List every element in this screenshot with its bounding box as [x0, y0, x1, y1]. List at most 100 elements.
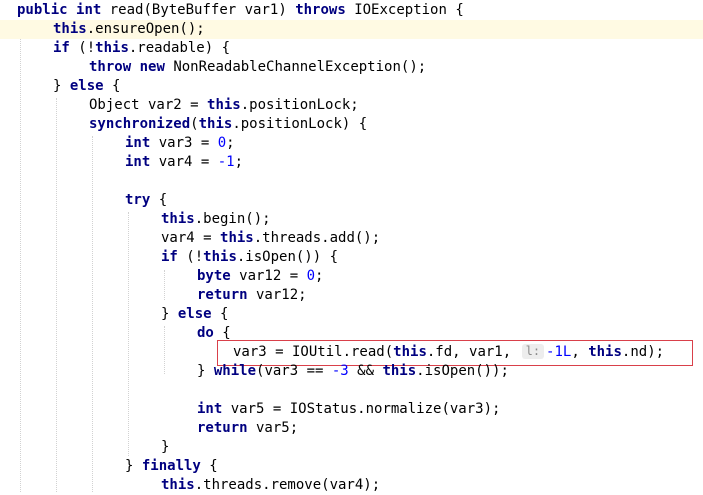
code-text: (!	[69, 40, 96, 56]
code-text: ;	[234, 154, 244, 170]
code-line[interactable]: if (!this.readable) {	[0, 39, 703, 58]
code-text: read(ByteBuffer var1)	[101, 2, 296, 18]
code-line[interactable]: do {	[0, 324, 703, 343]
code-text: .positionLock;	[240, 97, 359, 113]
code-text: ,	[571, 344, 589, 360]
keyword: this	[198, 116, 233, 132]
code-text: ;	[315, 268, 324, 284]
keyword: return	[197, 420, 248, 436]
keyword: throws	[295, 2, 346, 18]
code-text: .nd);	[621, 344, 665, 360]
code-line-highlighted[interactable]: var3 = IOUtil.read(this.fd, var1, l: -1L,…	[0, 343, 664, 362]
code-line[interactable]: try {	[0, 191, 703, 210]
code-text: var3 =	[150, 135, 218, 151]
code-line[interactable]: int var3 = 0;	[0, 134, 703, 153]
keyword: else	[69, 78, 104, 94]
code-text: }	[197, 363, 214, 379]
code-text: .isOpen());	[416, 363, 509, 379]
keyword: finally	[141, 458, 201, 474]
code-text: IOException {	[345, 2, 464, 18]
keyword: if	[53, 40, 70, 56]
code-text: {	[103, 78, 121, 94]
code-text: var4 =	[150, 154, 218, 170]
number-literal: 0	[306, 268, 316, 284]
parameter-hint: l:	[521, 344, 545, 359]
code-line[interactable]: int var5 = IOStatus.normalize(var3);	[0, 400, 703, 419]
code-line[interactable]: int var4 = -1;	[0, 153, 703, 172]
code-text: {	[211, 306, 229, 322]
code-line[interactable]: var4 = this.threads.add();	[0, 229, 703, 248]
keyword: synchronized	[89, 116, 191, 132]
code-line-current[interactable]: this.ensureOpen();	[0, 20, 703, 39]
code-line[interactable]: } while(var3 == -3 && this.isOpen());	[0, 362, 703, 381]
code-text: (	[190, 116, 199, 132]
keyword: this	[393, 344, 427, 360]
code-text: .isOpen()) {	[236, 249, 339, 265]
code-line[interactable]: Object var2 = this.positionLock;	[0, 96, 703, 115]
code-text: var3 = IOUtil.read(	[233, 344, 394, 360]
code-line[interactable]: return var5;	[0, 419, 703, 438]
code-text: var4 =	[161, 230, 221, 246]
code-text: .threads.add();	[253, 230, 381, 246]
code-text: .fd, var1,	[426, 344, 520, 360]
code-line[interactable]: } else {	[0, 77, 703, 96]
code-text: {	[150, 192, 168, 208]
keyword: int	[125, 135, 151, 151]
code-line[interactable]: throw new NonReadableChannelException();	[0, 58, 703, 77]
code-text: {	[200, 458, 218, 474]
keyword: this	[161, 211, 195, 227]
keyword: return	[197, 287, 248, 303]
keyword: this	[203, 249, 237, 265]
keyword: this	[95, 40, 129, 56]
code-text: (!	[177, 249, 204, 265]
code-text: var12;	[247, 287, 307, 303]
code-text: .begin();	[194, 211, 271, 227]
code-line[interactable]: this.begin();	[0, 210, 703, 229]
keyword: int	[197, 401, 223, 417]
keyword: this	[220, 230, 254, 246]
code-editor[interactable]: public int read(ByteBuffer var1) throws …	[0, 0, 703, 494]
code-text: ;	[226, 135, 235, 151]
code-text: var5 = IOStatus.normalize(var3);	[222, 401, 501, 417]
number-literal: -1L	[546, 344, 572, 360]
code-text: var5;	[247, 420, 299, 436]
code-text: .ensureOpen();	[86, 21, 205, 37]
code-line[interactable]: }	[0, 438, 703, 457]
code-line[interactable]: public int read(ByteBuffer var1) throws …	[0, 1, 703, 20]
keyword: this	[53, 21, 87, 37]
code-line[interactable]: return var12;	[0, 286, 703, 305]
code-text: }	[161, 439, 170, 455]
code-text: .threads.remove(var4);	[194, 477, 381, 493]
keyword: while	[213, 363, 257, 379]
number-literal: -3	[331, 363, 349, 379]
code-text: }	[161, 306, 178, 322]
code-line[interactable]: } else {	[0, 305, 703, 324]
keyword: do	[197, 325, 214, 341]
number-literal: 0	[217, 135, 227, 151]
code-text: &&	[348, 363, 383, 379]
code-line[interactable]: byte var12 = 0;	[0, 267, 703, 286]
keyword: public	[17, 2, 68, 18]
keyword: this	[588, 344, 622, 360]
code-line[interactable]: synchronized(this.positionLock) {	[0, 115, 703, 134]
code-text: }	[53, 78, 70, 94]
code-text: .readable) {	[128, 40, 231, 56]
keyword: int	[125, 154, 151, 170]
code-line[interactable]: this.threads.remove(var4);	[0, 476, 703, 495]
keyword: else	[177, 306, 212, 322]
code-text: Object var2 =	[89, 97, 208, 113]
code-text: {	[213, 325, 231, 341]
keyword: new	[139, 59, 165, 75]
keyword: int	[76, 2, 102, 18]
keyword: byte	[197, 268, 231, 284]
keyword: if	[161, 249, 178, 265]
code-line[interactable]: if (!this.isOpen()) {	[0, 248, 703, 267]
number-literal: -1	[217, 154, 235, 170]
code-line[interactable]: } finally {	[0, 457, 703, 476]
keyword: this	[382, 363, 417, 379]
code-text: NonReadableChannelException();	[164, 59, 427, 75]
keyword: this	[161, 477, 195, 493]
code-text: .positionLock) {	[232, 116, 368, 132]
code-text: (var3 ==	[256, 363, 332, 379]
code-text: }	[125, 458, 142, 474]
